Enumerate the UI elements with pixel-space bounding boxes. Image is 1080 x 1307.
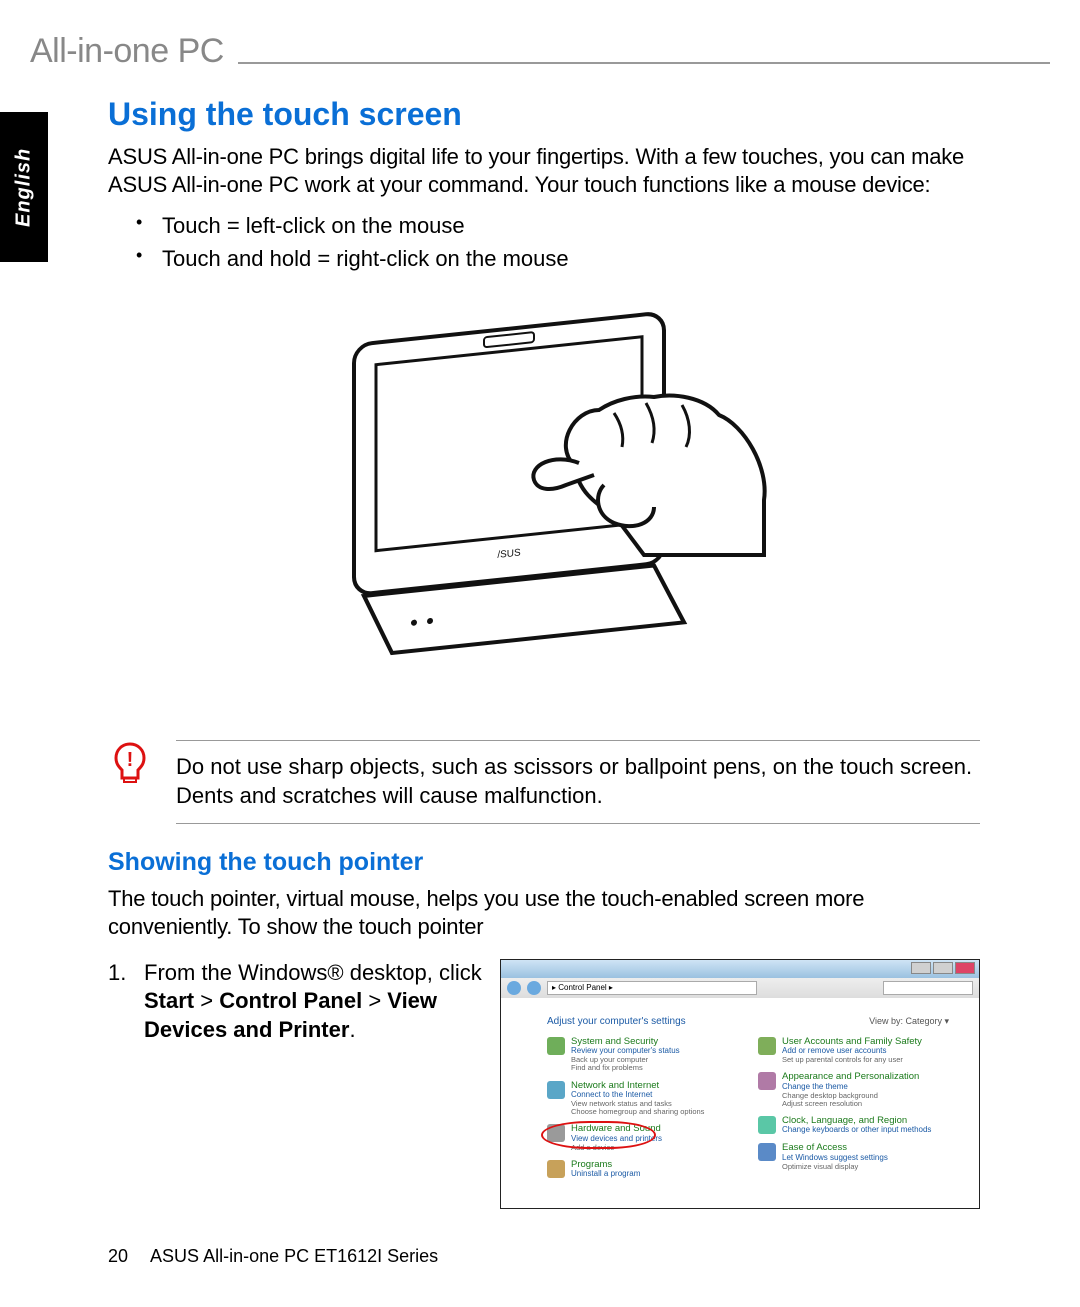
category-item: Hardware and SoundView devices and print… bbox=[547, 1124, 738, 1151]
view-by: View by: Category ▾ bbox=[869, 1016, 949, 1027]
category-subtext: Set up parental controls for any user bbox=[782, 1056, 922, 1064]
warning-icon: ! bbox=[108, 740, 152, 789]
category-item: ProgramsUninstall a program bbox=[547, 1160, 738, 1179]
category-item: Appearance and PersonalizationChange the… bbox=[758, 1072, 949, 1108]
category-item: Ease of AccessLet Windows suggest settin… bbox=[758, 1143, 949, 1170]
step-body: From the Windows® desktop, click Start >… bbox=[144, 959, 488, 1045]
forward-icon bbox=[527, 981, 541, 995]
product-line-header: All-in-one PC bbox=[30, 32, 238, 71]
step-1: 1. From the Windows® desktop, click Star… bbox=[108, 959, 488, 1045]
language-tab: English bbox=[0, 112, 48, 262]
category-item: System and SecurityReview your computer'… bbox=[547, 1037, 738, 1073]
address-bar: ▸ Control Panel ▸ bbox=[547, 981, 757, 995]
category-subtext: Find and fix problems bbox=[571, 1064, 680, 1072]
page-footer: 20 ASUS All-in-one PC ET1612I Series bbox=[108, 1246, 438, 1267]
svg-text:!: ! bbox=[127, 749, 134, 771]
category-subtext: Optimize visual display bbox=[782, 1163, 888, 1171]
control-panel-screenshot: ▸ Control Panel ▸ Adjust your computer's… bbox=[500, 959, 980, 1209]
category-subtext: Choose homegroup and sharing options bbox=[571, 1108, 704, 1116]
highlight-circle bbox=[541, 1121, 656, 1149]
page-number: 20 bbox=[108, 1246, 128, 1266]
touch-illustration: /SUS bbox=[108, 305, 980, 710]
subsection-intro: The touch pointer, virtual mouse, helps … bbox=[108, 885, 980, 941]
section-intro: ASUS All-in-one PC brings digital life t… bbox=[108, 143, 980, 199]
category-icon bbox=[547, 1160, 565, 1178]
category-subtext: Adjust screen resolution bbox=[782, 1100, 919, 1108]
bullet-item: Touch = left-click on the mouse bbox=[136, 209, 980, 242]
bullet-item: Touch and hold = right-click on the mous… bbox=[136, 242, 980, 275]
category-icon bbox=[758, 1116, 776, 1134]
section-title: Using the touch screen bbox=[108, 96, 980, 133]
category-icon bbox=[758, 1143, 776, 1161]
category-item: User Accounts and Family SafetyAdd or re… bbox=[758, 1037, 949, 1064]
subsection-title: Showing the touch pointer bbox=[108, 848, 980, 877]
category-icon bbox=[547, 1081, 565, 1099]
category-item: Network and InternetConnect to the Inter… bbox=[547, 1081, 738, 1117]
category-icon bbox=[758, 1072, 776, 1090]
category-subtext: Uninstall a program bbox=[571, 1170, 640, 1179]
category-icon bbox=[758, 1037, 776, 1055]
document-title: ASUS All-in-one PC ET1612I Series bbox=[150, 1246, 438, 1266]
back-icon bbox=[507, 981, 521, 995]
search-box bbox=[883, 981, 973, 995]
step-number: 1. bbox=[108, 959, 128, 1045]
category-item: Clock, Language, and RegionChange keyboa… bbox=[758, 1116, 949, 1135]
warning-text: Do not use sharp objects, such as scisso… bbox=[176, 753, 980, 810]
category-subtext: Change keyboards or other input methods bbox=[782, 1126, 931, 1135]
window-buttons bbox=[911, 962, 975, 974]
bullet-list: Touch = left-click on the mouse Touch an… bbox=[136, 209, 980, 275]
category-icon bbox=[547, 1037, 565, 1055]
